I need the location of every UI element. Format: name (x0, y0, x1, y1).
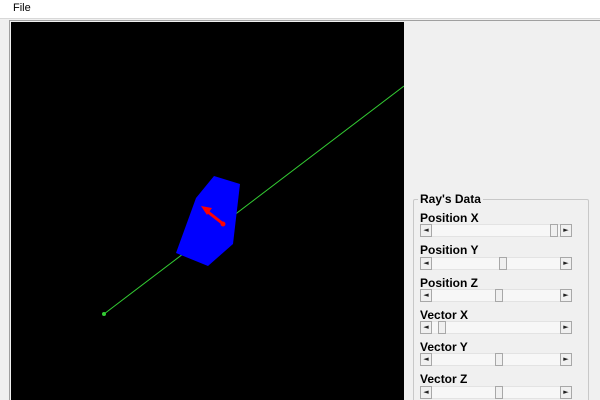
scroll-right-icon[interactable]: ► (560, 321, 572, 334)
scroll-left-icon[interactable]: ◄ (420, 289, 432, 302)
position-x-label: Position X (420, 211, 479, 225)
scroll-left-icon[interactable]: ◄ (420, 257, 432, 270)
app-window: File Ray's Data Position X ◄ ► Position … (0, 0, 600, 400)
position-z-label: Position Z (420, 276, 478, 290)
vector-z-label: Vector Z (420, 372, 468, 386)
vector-x-label: Vector X (420, 308, 469, 322)
target-box (176, 176, 240, 266)
position-z-slider[interactable]: ◄ ► (420, 289, 572, 302)
scroll-right-icon[interactable]: ► (560, 386, 572, 399)
menu-file[interactable]: File (13, 2, 31, 14)
scroll-left-icon[interactable]: ◄ (420, 321, 432, 334)
ray-origin-point (102, 312, 106, 316)
position-x-slider[interactable]: ◄ ► (420, 224, 572, 237)
vector-z-slider[interactable]: ◄ ► (420, 386, 572, 399)
ray-line (103, 85, 404, 315)
scene-svg (102, 85, 404, 316)
slider-thumb[interactable] (438, 321, 447, 334)
vector-y-label: Vector Y (420, 340, 468, 354)
scroll-right-icon[interactable]: ► (560, 224, 572, 237)
slider-thumb[interactable] (495, 289, 504, 302)
scroll-left-icon[interactable]: ◄ (420, 353, 432, 366)
direction-arrow-base (220, 221, 226, 227)
position-y-label: Position Y (420, 243, 479, 257)
scroll-left-icon[interactable]: ◄ (420, 224, 432, 237)
slider-thumb[interactable] (495, 386, 504, 399)
vector-x-slider[interactable]: ◄ ► (420, 321, 572, 334)
vector-y-slider[interactable]: ◄ ► (420, 353, 572, 366)
slider-thumb[interactable] (499, 257, 508, 270)
menu-bar: File (0, 0, 600, 19)
scroll-right-icon[interactable]: ► (560, 289, 572, 302)
scroll-right-icon[interactable]: ► (560, 353, 572, 366)
position-y-slider[interactable]: ◄ ► (420, 257, 572, 270)
scroll-right-icon[interactable]: ► (560, 257, 572, 270)
3d-viewport[interactable] (11, 22, 404, 400)
slider-thumb[interactable] (550, 224, 559, 237)
rays-data-title: Ray's Data (418, 192, 483, 206)
scroll-left-icon[interactable]: ◄ (420, 386, 432, 399)
slider-thumb[interactable] (495, 353, 504, 366)
